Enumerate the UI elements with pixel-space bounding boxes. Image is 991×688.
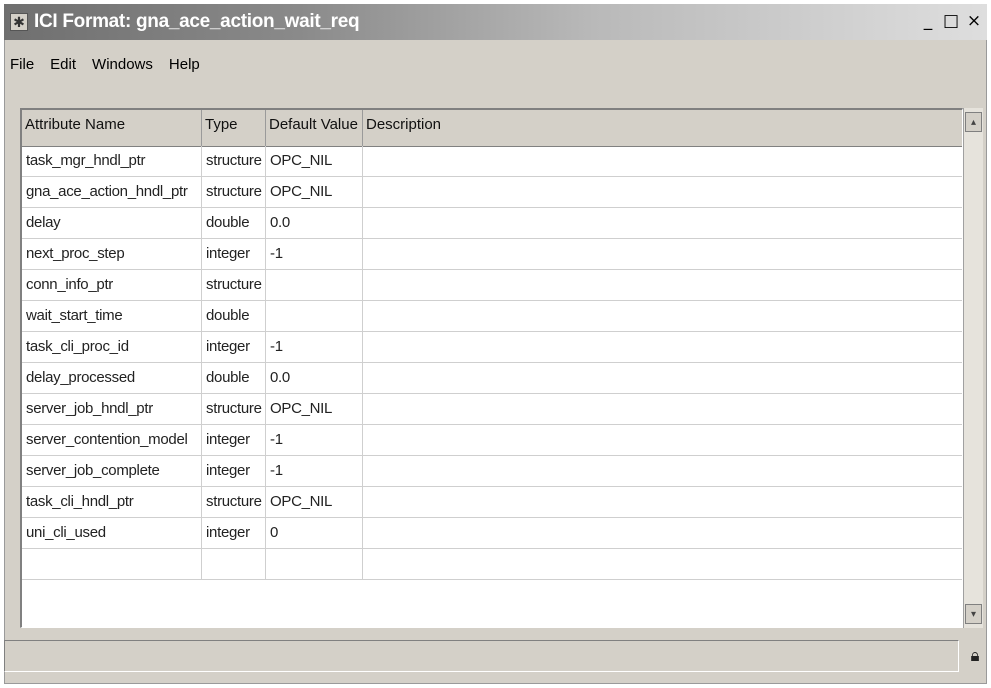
attribute-name-cell[interactable]	[22, 549, 202, 579]
default-value-cell[interactable]: -1	[266, 425, 363, 455]
attribute-name-cell[interactable]: conn_info_ptr	[22, 270, 202, 300]
menu-bar: File Edit Windows Help	[4, 56, 206, 80]
vertical-scrollbar[interactable]: ▴ ▾	[963, 108, 983, 628]
menu-file[interactable]: File	[4, 56, 40, 80]
table-row[interactable]: gna_ace_action_hndl_ptr structure OPC_NIL	[22, 177, 962, 208]
default-value-cell[interactable]	[266, 301, 363, 331]
menu-edit[interactable]: Edit	[44, 56, 82, 80]
table-row[interactable]: delay_processed double 0.0	[22, 363, 962, 394]
type-cell[interactable]: integer	[202, 456, 266, 486]
status-bar	[4, 640, 959, 672]
scroll-up-button[interactable]: ▴	[965, 112, 982, 132]
menu-help[interactable]: Help	[163, 56, 206, 80]
description-cell[interactable]	[363, 332, 962, 362]
scroll-down-button[interactable]: ▾	[965, 604, 982, 624]
description-cell[interactable]	[363, 518, 962, 548]
type-cell[interactable]: structure	[202, 177, 266, 207]
star-icon[interactable]: ✱	[10, 13, 28, 31]
attribute-name-cell[interactable]: delay_processed	[22, 363, 202, 393]
table-header: Attribute Name Type Default Value Descri…	[22, 110, 962, 147]
type-cell[interactable]: structure	[202, 270, 266, 300]
table-row[interactable]: task_mgr_hndl_ptr structure OPC_NIL	[22, 146, 962, 177]
attribute-name-cell[interactable]: server_contention_model	[22, 425, 202, 455]
default-value-cell[interactable]: OPC_NIL	[266, 394, 363, 424]
table-row[interactable]: task_cli_proc_id integer -1	[22, 332, 962, 363]
attribute-name-cell[interactable]: server_job_complete	[22, 456, 202, 486]
table-row[interactable]: next_proc_step integer -1	[22, 239, 962, 270]
attribute-name-cell[interactable]: task_mgr_hndl_ptr	[22, 146, 202, 176]
type-cell[interactable]: double	[202, 363, 266, 393]
minimize-button[interactable]: _	[917, 10, 939, 32]
lock-icon[interactable]: 🔒︎	[965, 644, 985, 668]
default-value-cell[interactable]: 0	[266, 518, 363, 548]
table-row[interactable]: delay double 0.0	[22, 208, 962, 239]
table-row[interactable]: uni_cli_used integer 0	[22, 518, 962, 549]
default-value-cell[interactable]: 0.0	[266, 208, 363, 238]
attribute-table: Attribute Name Type Default Value Descri…	[20, 108, 963, 628]
description-cell[interactable]	[363, 208, 962, 238]
description-cell[interactable]	[363, 456, 962, 486]
description-cell[interactable]	[363, 177, 962, 207]
table-row[interactable]: server_contention_model integer -1	[22, 425, 962, 456]
description-cell[interactable]	[363, 487, 962, 517]
default-value-cell[interactable]: 0.0	[266, 363, 363, 393]
description-cell[interactable]	[363, 270, 962, 300]
column-header-type[interactable]: Type	[202, 110, 266, 146]
attribute-name-cell[interactable]: server_job_hndl_ptr	[22, 394, 202, 424]
attribute-name-cell[interactable]: wait_start_time	[22, 301, 202, 331]
table-row[interactable]: task_cli_hndl_ptr structure OPC_NIL	[22, 487, 962, 518]
default-value-cell[interactable]: OPC_NIL	[266, 487, 363, 517]
type-cell[interactable]: integer	[202, 239, 266, 269]
table-row[interactable]: wait_start_time double	[22, 301, 962, 332]
type-cell[interactable]: integer	[202, 518, 266, 548]
attribute-name-cell[interactable]: gna_ace_action_hndl_ptr	[22, 177, 202, 207]
default-value-cell[interactable]: -1	[266, 239, 363, 269]
table-row[interactable]: server_job_hndl_ptr structure OPC_NIL	[22, 394, 962, 425]
default-value-cell[interactable]	[266, 549, 363, 579]
attribute-name-cell[interactable]: task_cli_hndl_ptr	[22, 487, 202, 517]
type-cell[interactable]: integer	[202, 425, 266, 455]
maximize-button[interactable]: □	[940, 10, 962, 32]
table-row[interactable]	[22, 549, 962, 580]
menu-windows[interactable]: Windows	[86, 56, 159, 80]
default-value-cell[interactable]: -1	[266, 332, 363, 362]
attribute-name-cell[interactable]: uni_cli_used	[22, 518, 202, 548]
default-value-cell[interactable]: OPC_NIL	[266, 177, 363, 207]
description-cell[interactable]	[363, 239, 962, 269]
description-cell[interactable]	[363, 394, 962, 424]
description-cell[interactable]	[363, 425, 962, 455]
column-header-description[interactable]: Description	[363, 110, 962, 146]
table-row[interactable]: conn_info_ptr structure	[22, 270, 962, 301]
type-cell[interactable]: structure	[202, 146, 266, 176]
type-cell[interactable]: double	[202, 301, 266, 331]
attribute-name-cell[interactable]: next_proc_step	[22, 239, 202, 269]
default-value-cell[interactable]	[266, 270, 363, 300]
window-controls: _ □ ×	[917, 10, 985, 32]
default-value-cell[interactable]: OPC_NIL	[266, 146, 363, 176]
description-cell[interactable]	[363, 146, 962, 176]
default-value-cell[interactable]: -1	[266, 456, 363, 486]
window-title: ICI Format: gna_ace_action_wait_req	[34, 11, 360, 32]
type-cell[interactable]: integer	[202, 332, 266, 362]
type-cell[interactable]: double	[202, 208, 266, 238]
type-cell[interactable]: structure	[202, 394, 266, 424]
title-bar[interactable]: ✱ ICI Format: gna_ace_action_wait_req _ …	[4, 4, 987, 40]
description-cell[interactable]	[363, 549, 962, 579]
description-cell[interactable]	[363, 363, 962, 393]
attribute-name-cell[interactable]: delay	[22, 208, 202, 238]
attribute-name-cell[interactable]: task_cli_proc_id	[22, 332, 202, 362]
column-header-attribute-name[interactable]: Attribute Name	[22, 110, 202, 146]
table-body: task_mgr_hndl_ptr structure OPC_NIL gna_ace…	[22, 146, 962, 580]
type-cell[interactable]: structure	[202, 487, 266, 517]
description-cell[interactable]	[363, 301, 962, 331]
type-cell[interactable]	[202, 549, 266, 579]
column-header-default-value[interactable]: Default Value	[266, 110, 363, 146]
table-row[interactable]: server_job_complete integer -1	[22, 456, 962, 487]
close-button[interactable]: ×	[963, 10, 985, 32]
